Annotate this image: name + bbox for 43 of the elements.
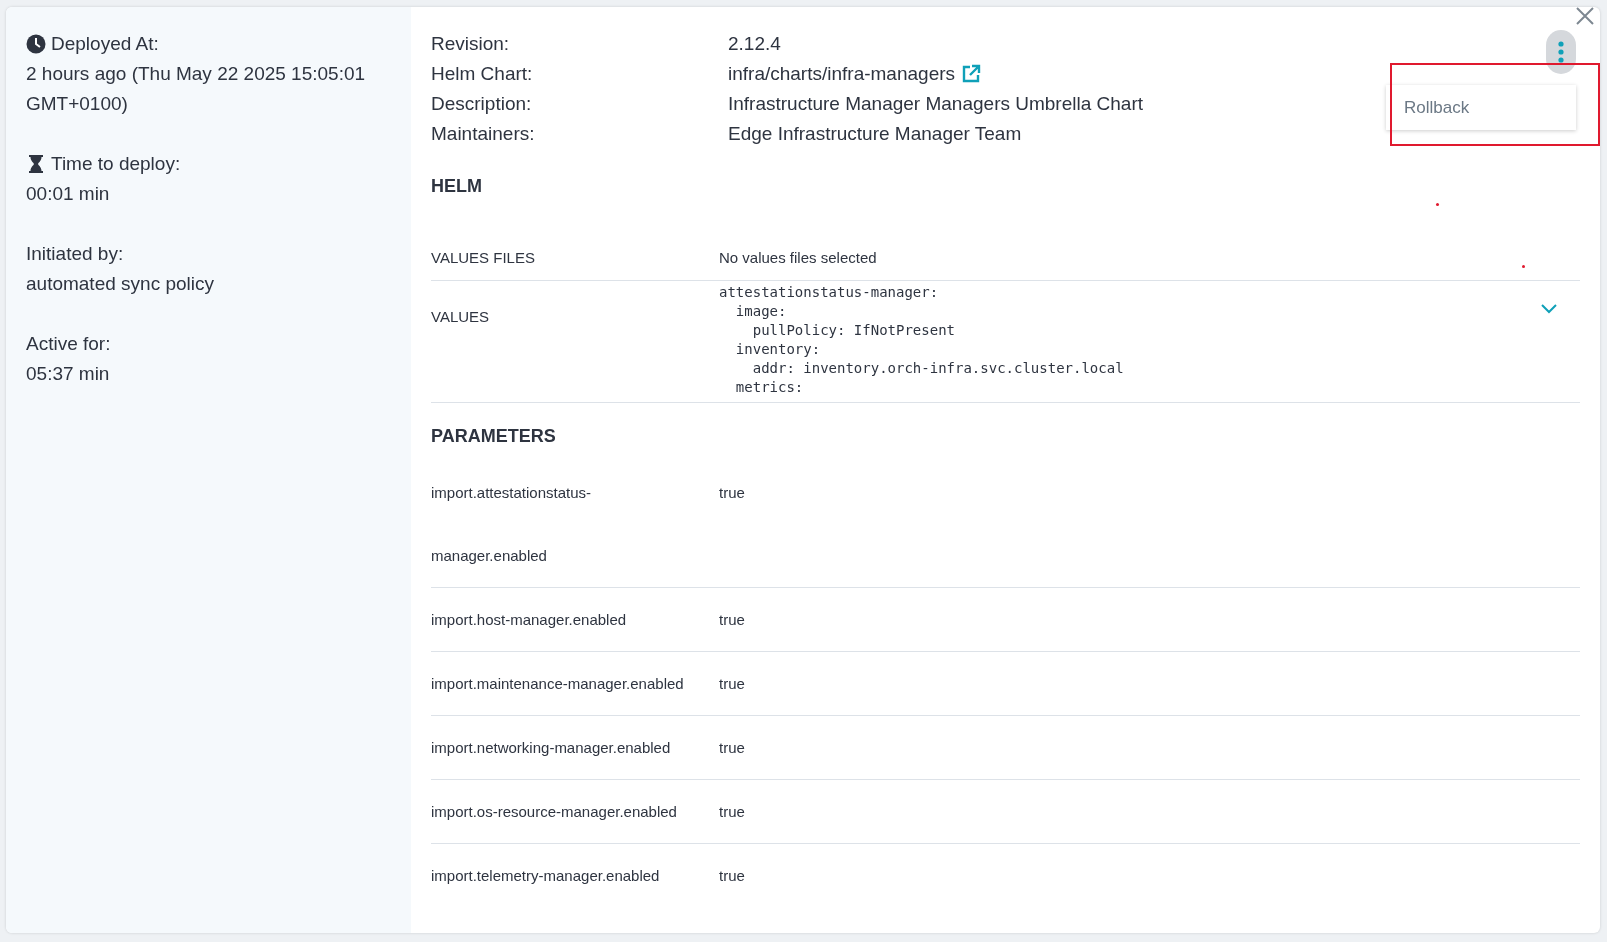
- info-label: Description:: [431, 92, 533, 116]
- parameter-value: true: [719, 803, 745, 820]
- summary-value: 05:37 min: [26, 362, 111, 386]
- info-value: 2.12.4: [728, 33, 781, 54]
- hourglass-icon: [26, 154, 46, 174]
- parameter-name: import.networking-manager.enabled: [431, 738, 671, 758]
- summary-label: Initiated by:: [26, 242, 124, 266]
- info-label: Revision:: [431, 32, 511, 56]
- summary-label: Active for:: [26, 332, 111, 356]
- parameter-name: import.host-manager.enabled: [431, 610, 627, 630]
- parameter-value: true: [719, 484, 745, 501]
- parameter-value: true: [719, 867, 745, 884]
- annotation-dot: [1436, 203, 1439, 206]
- menu-item[interactable]: Rollback: [1386, 85, 1576, 130]
- summary-value: automated sync policy: [26, 272, 215, 296]
- section-heading: HELM: [431, 175, 483, 198]
- clock-icon: [26, 34, 46, 54]
- row-label: VALUES: [431, 308, 490, 325]
- values-code: attestationstatus-manager: image: pullPolicy: IfNotPresent inventory: addr: inventory.orch-infra.svc.cluster.local metrics:: [719, 283, 1125, 397]
- parameter-name: import.telemetry-manager.enabled: [431, 866, 660, 886]
- summary-label: Deployed At:: [51, 32, 159, 56]
- parameter-value: true: [719, 739, 745, 756]
- chevron-down-icon[interactable]: [1540, 303, 1558, 315]
- info-value: Infrastructure Manager Managers Umbrella Chart: [728, 93, 1143, 114]
- row-label: VALUES FILES: [431, 249, 536, 266]
- kebab-icon: [1558, 40, 1564, 64]
- summary-value: 00:01 min: [26, 182, 111, 206]
- section-heading: PARAMETERS: [431, 425, 557, 448]
- summary-label: Time to deploy:: [51, 152, 181, 176]
- parameter-name: import.maintenance-manager.enabled: [431, 674, 684, 694]
- info-label: Helm Chart:: [431, 62, 534, 86]
- info-label: Maintainers:: [431, 122, 536, 146]
- parameter-value: true: [719, 611, 745, 628]
- info-value: Edge Infrastructure Manager Team: [728, 123, 1022, 144]
- row-value: No values files selected: [719, 249, 878, 266]
- external-link-icon: [961, 64, 982, 84]
- chart-link[interactable]: infra/charts/infra-managers: [728, 59, 982, 89]
- summary-value: 2 hours ago (Thu May 22 2025 15:05:01 GMT+0100): [26, 62, 367, 116]
- parameter-name: import.os-resource-manager.enabled: [431, 802, 677, 822]
- parameter-value: true: [719, 675, 745, 692]
- more-options-button[interactable]: [1546, 30, 1576, 74]
- annotation-dot: [1522, 265, 1525, 268]
- close-icon[interactable]: [1574, 7, 1596, 27]
